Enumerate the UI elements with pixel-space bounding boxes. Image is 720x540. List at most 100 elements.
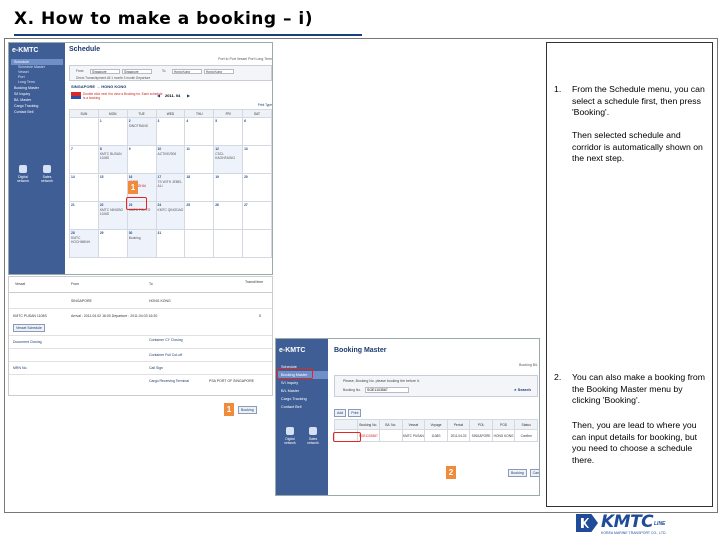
- vessel-entry[interactable]: TS WITH JEBEL ALI: [158, 180, 184, 188]
- detail-row-closing: Document Closing Container CY Closing: [9, 337, 272, 349]
- shortcut-item[interactable]: Sales network: [303, 425, 323, 445]
- table-row[interactable]: SGE1103567 KMTC PUSAN 1108S 2011.04.03 SINGA…: [334, 429, 538, 442]
- calendar-day[interactable]: 4: [184, 117, 215, 146]
- add-button[interactable]: Add: [334, 409, 347, 417]
- sidebar-item[interactable]: B/L Master: [278, 387, 328, 395]
- day-number: 25: [186, 203, 191, 207]
- print-type-link[interactable]: Print Type: [258, 103, 272, 107]
- calendar-day[interactable]: 24 KMTC QINGDAO: [155, 201, 186, 230]
- weekday-header: TUE: [126, 109, 157, 118]
- from-country-select[interactable]: Singapore: [90, 69, 120, 74]
- grid-cell: 1108S: [424, 429, 448, 442]
- from-label: From: [76, 69, 84, 73]
- flag-icon: [71, 92, 81, 99]
- detail-header: Vessel From To Transit time: [9, 279, 272, 293]
- vessel-entry[interactable]: KMTC BUSAN 1108S: [100, 152, 126, 160]
- calendar-day[interactable]: 12 CSCL KAOHSIUNG: [213, 145, 244, 174]
- calendar-day[interactable]: 18: [184, 173, 215, 202]
- vessel-entry[interactable]: SINOTRANS: [129, 124, 155, 128]
- shortcut-item[interactable]: Digital network: [280, 425, 300, 445]
- vessel-entry[interactable]: KMTC NINGBO 1106S: [100, 208, 126, 216]
- print-button[interactable]: Print: [348, 409, 362, 417]
- grid-header: Period: [446, 419, 471, 430]
- calendar-day[interactable]: [184, 229, 215, 258]
- next-month-icon[interactable]: ▶: [187, 93, 190, 98]
- shortcut-item[interactable]: Digital network: [13, 163, 33, 183]
- calendar-day[interactable]: 30 Booking: [126, 229, 157, 258]
- sidebar-item[interactable]: S/I Inquiry: [278, 379, 328, 387]
- vessel-entry[interactable]: CSCL KAOHSIUNG: [215, 152, 241, 160]
- search-button[interactable]: ⌕ Search: [514, 387, 531, 392]
- sidebar-item[interactable]: Contact Bell: [11, 109, 63, 115]
- shortcut-label: Sales network: [40, 175, 54, 183]
- vessel-entry[interactable]: KMTC QINGDAO: [158, 208, 184, 212]
- calendar-day[interactable]: 11: [184, 145, 215, 174]
- sidebar-shortcut-icons: Digital network Sales network: [280, 425, 328, 449]
- from-port-select[interactable]: Singapore: [122, 69, 152, 74]
- highlight-booking-master-menu: [277, 368, 313, 379]
- highlight-schedule-cell: [126, 197, 147, 210]
- to-port-select[interactable]: Hong Kong: [204, 69, 234, 74]
- calendar-day[interactable]: 19: [213, 173, 244, 202]
- weekday-header: SAT: [242, 109, 272, 118]
- booking-no-input[interactable]: SGE1103567: [365, 387, 409, 393]
- calendar-day[interactable]: [213, 229, 244, 258]
- day-number: 18: [186, 175, 191, 179]
- action-button[interactable]: Cancel: [529, 469, 539, 477]
- booking-tab-links[interactable]: Booking B/L: [519, 363, 538, 367]
- shortcut-item[interactable]: Sales network: [37, 163, 57, 183]
- calendar-day[interactable]: 29: [97, 229, 128, 258]
- calendar-day[interactable]: 22 KMTC NINGBO 1106S: [97, 201, 128, 230]
- calendar-day[interactable]: [69, 117, 99, 146]
- calendar-day[interactable]: 2 SINOTRANS: [126, 117, 157, 146]
- schedule-tab-links[interactable]: Port to Port Vessel Port Long Term: [218, 57, 272, 61]
- sidebar-item[interactable]: Contact Bell: [278, 403, 328, 411]
- calendar-day[interactable]: 10 ACTIVE/S06: [155, 145, 186, 174]
- calendar-day[interactable]: [242, 229, 272, 258]
- calendar-day[interactable]: 26: [213, 201, 244, 230]
- calendar-day[interactable]: 27: [242, 201, 272, 230]
- vessel-schedule-button[interactable]: Vessel Schedule: [13, 324, 45, 332]
- calendar-day[interactable]: 15: [97, 173, 128, 202]
- calendar-day[interactable]: 25: [184, 201, 215, 230]
- day-number: 10: [157, 147, 162, 151]
- ekmtc-logo: e-KMTC: [12, 47, 39, 54]
- calendar-day[interactable]: 28 KMTC HOCHIMINH: [69, 229, 99, 258]
- prev-month-icon[interactable]: ◀: [157, 93, 160, 98]
- step-2-number: 2.: [554, 372, 562, 382]
- calendar-day[interactable]: 6: [242, 117, 272, 146]
- calendar-day[interactable]: 7: [69, 145, 99, 174]
- calendar-day[interactable]: 21: [69, 201, 99, 230]
- day-number: 8: [99, 147, 102, 151]
- schedule-filter-options[interactable]: Direct Transshipment All 1 month 3 month…: [76, 76, 150, 80]
- schedule-main: Schedule Port to Port Vessel Port Long T…: [69, 43, 272, 274]
- detail-row-cutoff: Container Full Cut-off: [9, 350, 272, 362]
- step-1: 1. From the Schedule menu, you can selec…: [554, 84, 710, 119]
- day-number: 29: [99, 231, 104, 235]
- grid-cell: [379, 429, 403, 442]
- calendar-day[interactable]: 3: [155, 117, 186, 146]
- calendar-day[interactable]: 9: [126, 145, 157, 174]
- vessel-entry[interactable]: Booking: [129, 236, 155, 240]
- to-label: To: [162, 69, 166, 73]
- calendar-day[interactable]: 14: [69, 173, 99, 202]
- grid-header: Voyage: [424, 419, 448, 430]
- calendar-day[interactable]: 13: [242, 145, 272, 174]
- schedule-calendar: SUN MON TUE WED THU FRI SAT 1 2 SINOTRANS 3 4 5 6 7 8 K…: [69, 109, 272, 258]
- calendar-day[interactable]: 1: [97, 117, 128, 146]
- calendar-day[interactable]: 5: [213, 117, 244, 146]
- calendar-day[interactable]: 8 KMTC BUSAN 1108S: [97, 145, 128, 174]
- from-port: SINGAPORE: [71, 299, 92, 303]
- to-country-select[interactable]: Hong Kong: [172, 69, 202, 74]
- grid-cell: SINGAPORE: [469, 429, 493, 442]
- calendar-day[interactable]: 20: [242, 173, 272, 202]
- booking-button-schedule[interactable]: Booking: [238, 406, 257, 414]
- vessel-entry[interactable]: ACTIVE/S06: [158, 152, 184, 156]
- calendar-day[interactable]: 17 TS WITH JEBEL ALI: [155, 173, 186, 202]
- vessel-entry[interactable]: KMTC HOCHIMINH: [71, 236, 97, 244]
- schedule-sidebar: e-KMTC Schedule Schedule Master Vessel Port…: [9, 43, 65, 274]
- sidebar-item[interactable]: Cargo Tracking: [278, 395, 328, 403]
- action-button[interactable]: Booking: [508, 469, 527, 477]
- step-1-number: 1.: [554, 84, 562, 94]
- calendar-day[interactable]: 31: [155, 229, 186, 258]
